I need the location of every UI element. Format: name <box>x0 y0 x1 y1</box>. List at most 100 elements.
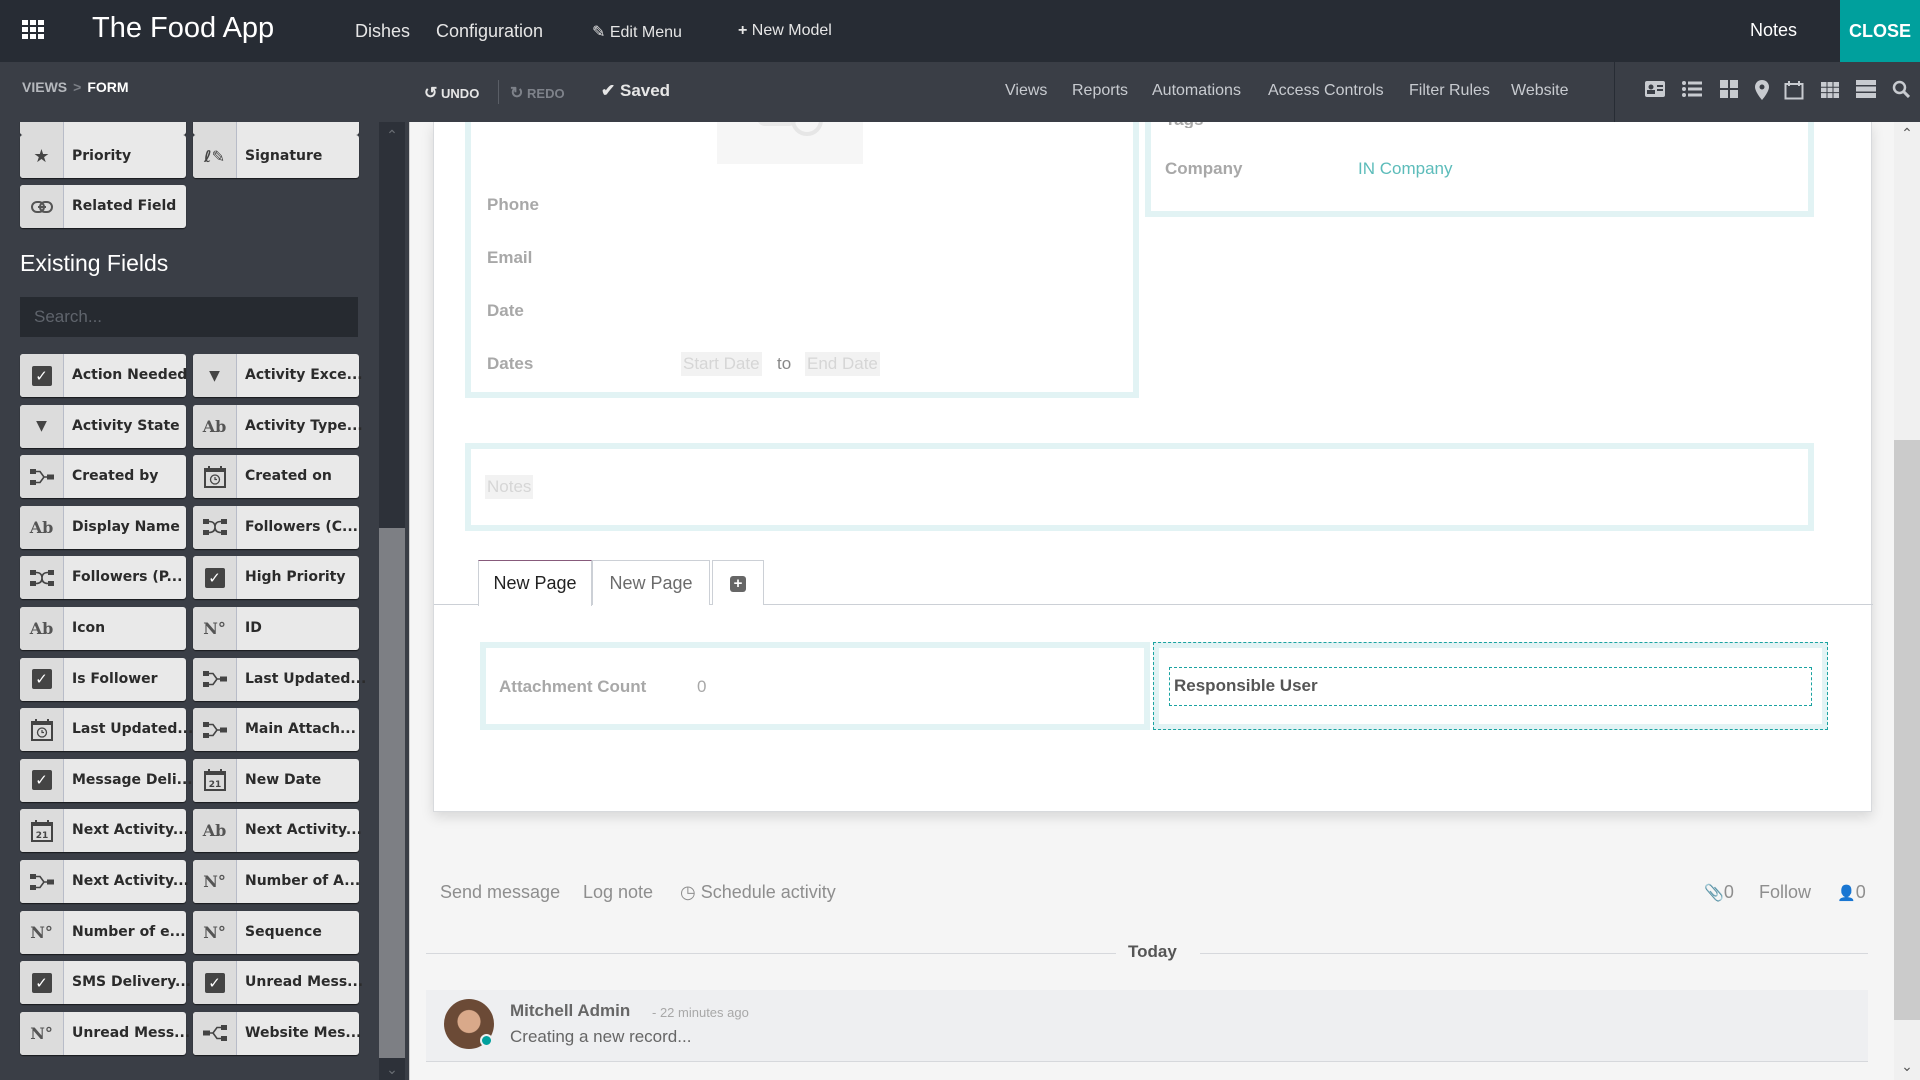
undo-button[interactable]: ↺ UNDO <box>424 83 479 103</box>
menu-configuration[interactable]: Configuration <box>436 21 543 42</box>
existing-field-item[interactable]: Main Attach... <box>193 708 359 752</box>
main-scrollbar-thumb[interactable] <box>1894 440 1920 1020</box>
start-date-input[interactable]: Start Date <box>681 352 762 376</box>
edit-menu-button[interactable]: ✎ Edit Menu <box>592 22 682 42</box>
new-field-related[interactable]: Related Field <box>20 185 186 228</box>
menu-automations[interactable]: Automations <box>1152 82 1241 100</box>
existing-field-item[interactable]: Followers (C... <box>193 505 359 549</box>
map-view-icon[interactable] <box>1750 80 1774 104</box>
message-author[interactable]: Mitchell Admin <box>510 1001 630 1021</box>
scroll-down-icon[interactable]: ⌄ <box>1894 1058 1920 1080</box>
field-label: Number of e... <box>72 923 186 940</box>
kanban-view-icon[interactable] <box>1717 80 1741 104</box>
menu-reports[interactable]: Reports <box>1072 82 1128 100</box>
list-view-icon[interactable] <box>1680 80 1704 104</box>
sidebar-scrollbar-thumb[interactable] <box>379 528 405 1058</box>
existing-field-item[interactable]: N° Sequence <box>193 910 359 954</box>
existing-field-item[interactable]: ✓ Unread Mess... <box>193 961 363 1005</box>
existing-field-item[interactable]: N° Unread Mess... <box>20 1011 190 1055</box>
right-field-group[interactable]: Tags Company IN Company <box>1145 122 1814 217</box>
company-label[interactable]: Company <box>1165 159 1242 179</box>
existing-field-item[interactable]: Ab Activity Type... <box>193 404 363 448</box>
existing-field-item[interactable]: ▼ Activity State <box>20 404 186 448</box>
new-field-item[interactable] <box>193 122 359 135</box>
checkbox-icon: ✓ <box>20 354 64 397</box>
notes-menu[interactable]: Notes <box>1750 20 1797 41</box>
attachment-count-label[interactable]: Attachment Count <box>499 677 646 697</box>
company-value[interactable]: IN Company <box>1358 159 1452 179</box>
attachments-button[interactable]: 📎0 <box>1704 882 1734 903</box>
many2many-icon <box>20 556 64 600</box>
menu-filter-rules[interactable]: Filter Rules <box>1409 82 1490 100</box>
phone-label[interactable]: Phone <box>487 195 539 215</box>
search-view-icon[interactable] <box>1889 80 1913 104</box>
add-tab-button[interactable]: + <box>712 560 764 605</box>
menu-access-controls[interactable]: Access Controls <box>1268 82 1384 100</box>
end-date-input[interactable]: End Date <box>805 352 880 376</box>
scroll-up-icon[interactable]: ⌃ <box>1894 125 1920 147</box>
existing-field-item[interactable]: Created on <box>193 455 359 499</box>
log-note-button[interactable]: Log note <box>583 882 653 903</box>
new-field-priority[interactable]: ★ Priority <box>20 135 186 178</box>
existing-field-item[interactable]: Last Updated... <box>20 708 193 752</box>
datetime-icon <box>20 708 64 752</box>
calendar-view-icon[interactable] <box>1782 80 1806 104</box>
existing-field-item[interactable]: Ab Icon <box>20 607 186 650</box>
field-label: Action Needed <box>72 367 188 383</box>
existing-field-item[interactable]: Ab Display Name <box>20 505 186 549</box>
scroll-up-icon[interactable]: ⌃ <box>379 122 405 148</box>
field-label: Activity State <box>72 417 180 434</box>
attachment-count-value: 0 <box>697 677 707 696</box>
follow-button[interactable]: Follow <box>1759 882 1811 903</box>
schedule-activity-button[interactable]: ◷ Schedule activity <box>680 882 836 903</box>
existing-field-item[interactable]: ✓ High Priority <box>193 556 359 600</box>
existing-field-item[interactable]: Website Mes... <box>193 1011 361 1055</box>
image-placeholder[interactable] <box>717 122 863 164</box>
close-button[interactable]: CLOSE <box>1840 0 1920 62</box>
field-label: Activity Type... <box>245 417 363 434</box>
email-label[interactable]: Email <box>487 248 532 268</box>
apps-menu-icon[interactable] <box>22 20 46 42</box>
new-model-button[interactable]: + New Model <box>738 22 832 40</box>
left-field-group[interactable]: Phone Email Date Dates Start Date to End… <box>465 122 1139 398</box>
existing-field-item[interactable]: Created by <box>20 455 186 499</box>
date-label[interactable]: Date <box>487 301 524 321</box>
scroll-down-icon[interactable]: ⌄ <box>379 1058 405 1080</box>
redo-button[interactable]: ↻ REDO <box>510 83 565 103</box>
existing-field-item[interactable]: Followers (P... <box>20 556 186 600</box>
page-left-group[interactable]: Attachment Count 0 <box>480 642 1150 730</box>
existing-field-item[interactable]: 21 New Date <box>193 758 359 802</box>
menu-dishes[interactable]: Dishes <box>355 21 410 42</box>
tab-new-page-2[interactable]: New Page <box>592 560 710 605</box>
dates-label[interactable]: Dates <box>487 354 533 374</box>
field-search-input[interactable] <box>20 297 358 337</box>
breadcrumb-views[interactable]: VIEWS <box>22 79 67 95</box>
existing-field-item[interactable]: ✓ Action Needed <box>20 354 188 397</box>
existing-field-item[interactable]: 21 Next Activity... <box>20 809 189 853</box>
pivot-view-icon[interactable] <box>1818 80 1842 104</box>
menu-views[interactable]: Views <box>1005 82 1047 100</box>
send-message-button[interactable]: Send message <box>440 882 560 903</box>
existing-field-item[interactable]: Ab Next Activity... <box>193 809 362 853</box>
existing-field-item[interactable]: Last Updated... <box>193 657 366 701</box>
existing-field-item[interactable]: Next Activity... <box>20 860 189 903</box>
existing-field-item[interactable]: ▼ Activity Exce... <box>193 354 363 397</box>
responsible-user-field[interactable]: Responsible User <box>1169 667 1812 706</box>
new-field-signature[interactable]: ℓ✎ Signature <box>193 135 359 178</box>
existing-field-item[interactable]: N° Number of A... <box>193 860 360 903</box>
existing-field-item[interactable]: N° ID <box>193 607 359 650</box>
existing-field-item[interactable]: N° Number of e... <box>20 910 186 954</box>
new-field-item[interactable] <box>20 122 186 135</box>
followers-button[interactable]: 👤0 <box>1837 882 1866 903</box>
one2many-icon <box>193 1011 237 1055</box>
menu-website[interactable]: Website <box>1511 82 1569 100</box>
existing-field-item[interactable]: ✓ SMS Delivery... <box>20 961 191 1005</box>
existing-field-item[interactable]: ✓ Is Follower <box>20 657 186 701</box>
online-status-icon <box>480 1034 493 1047</box>
existing-field-item[interactable]: ✓ Message Deli... <box>20 758 193 802</box>
notes-placeholder[interactable]: Notes <box>485 475 534 499</box>
tab-new-page-1[interactable]: New Page <box>478 560 592 606</box>
graph-view-icon[interactable] <box>1854 80 1878 104</box>
form-view-icon[interactable] <box>1643 80 1667 104</box>
notes-field[interactable]: Notes <box>465 443 1814 531</box>
